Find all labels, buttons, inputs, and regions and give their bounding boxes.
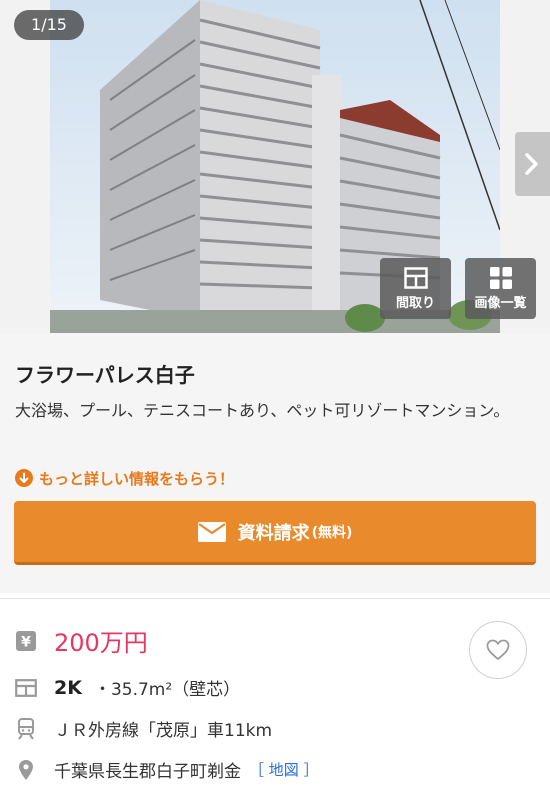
more-info-link[interactable]: もっと詳しい情報をもらう！ xyxy=(15,467,234,489)
address-row: 千葉県長生郡白子町剃金 ［ 地図 ］ xyxy=(15,757,319,782)
favorite-button[interactable] xyxy=(469,621,527,679)
photo-gallery[interactable]: 1/15 間取り 画像一覧 xyxy=(0,0,550,333)
next-image-button[interactable] xyxy=(515,132,550,196)
request-button-free-label: (無料) xyxy=(311,524,353,541)
floorplan-icon xyxy=(404,267,428,289)
price-value: 200万円 xyxy=(54,629,148,657)
property-description: 大浴場、プール、テニスコートあり、ペット可リゾートマンション。 xyxy=(15,401,510,420)
area-value: ・35.7m²（壁芯） xyxy=(93,680,241,700)
svg-text:¥: ¥ xyxy=(21,634,31,650)
map-pin-icon xyxy=(15,759,37,781)
price-row: ¥ 200万円 xyxy=(15,623,148,658)
chevron-right-icon xyxy=(525,153,538,175)
access-row: ＪＲ外房線「茂原」車11km xyxy=(15,716,272,741)
image-list-button[interactable]: 画像一覧 xyxy=(465,258,536,319)
property-details: ¥ 200万円 2K ・35.7m²（壁芯） ＪＲ外房線「茂原」車11km 千葉… xyxy=(0,598,550,799)
map-link[interactable]: ［ 地図 ］ xyxy=(249,759,319,780)
arrow-down-circle-icon xyxy=(15,469,33,487)
floorplan-icon xyxy=(15,677,37,699)
property-info: フラワーパレス白子 大浴場、プール、テニスコートあり、ペット可リゾートマンション… xyxy=(0,333,550,593)
grid-icon xyxy=(490,267,512,289)
property-name: フラワーパレス白子 xyxy=(15,363,195,387)
image-counter: 1/15 xyxy=(14,10,84,40)
mail-icon xyxy=(197,521,226,542)
address-value: 千葉県長生郡白子町剃金 xyxy=(54,762,241,782)
request-documents-button[interactable]: 資料請求 (無料) xyxy=(14,501,536,565)
layout-row: 2K ・35.7m²（壁芯） xyxy=(15,675,240,700)
more-info-label: もっと詳しい情報をもらう！ xyxy=(39,469,235,488)
floorplan-label: 間取り xyxy=(395,296,435,311)
floorplan-button[interactable]: 間取り xyxy=(380,258,451,319)
layout-value: 2K xyxy=(54,676,82,699)
yen-icon: ¥ xyxy=(15,630,37,652)
access-value: ＪＲ外房線「茂原」車11km xyxy=(54,721,273,741)
train-icon xyxy=(15,717,37,740)
heart-icon xyxy=(486,639,510,660)
image-list-label: 画像一覧 xyxy=(474,296,527,311)
request-button-label: 資料請求 xyxy=(237,522,310,544)
